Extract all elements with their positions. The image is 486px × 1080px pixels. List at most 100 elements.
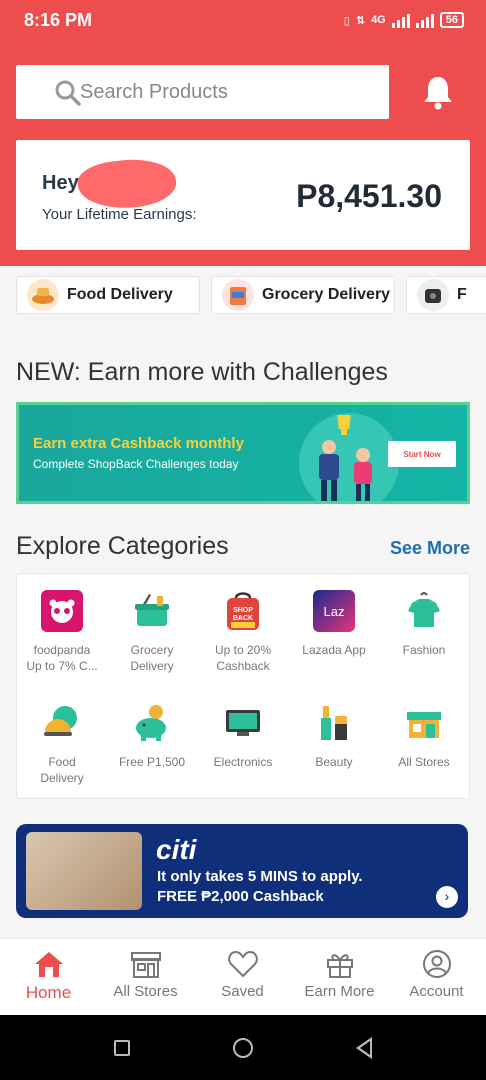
- start-now-button[interactable]: Start Now: [388, 441, 456, 467]
- greeting: Hey: [42, 172, 79, 194]
- header-area: 8:16 PM ▯ ⇅ 4G 56 Search Products Hey Yo…: [0, 0, 486, 266]
- category-label: Beauty: [315, 755, 353, 769]
- category-all-stores[interactable]: All Stores: [379, 702, 469, 770]
- foodpanda-icon: [41, 590, 83, 632]
- system-nav-bar: [0, 1015, 486, 1080]
- shirt-icon: [403, 590, 445, 632]
- tab-home[interactable]: Home: [0, 949, 97, 1003]
- chevron-right-icon[interactable]: ›: [436, 886, 458, 908]
- appliance-icon: [417, 279, 449, 311]
- quick-link-label: Grocery Delivery: [262, 286, 391, 303]
- back-button[interactable]: [356, 1037, 372, 1059]
- earnings-amount: P8,451.30: [296, 178, 442, 214]
- tab-label: All Stores: [113, 983, 178, 1000]
- category-sublabel: Cashback: [216, 659, 270, 673]
- citi-logo: citi: [156, 834, 197, 865]
- challenges-heading: NEW: Earn more with Challenges: [16, 358, 388, 386]
- category-label: Lazada App: [302, 643, 366, 657]
- svg-text:BACK: BACK: [233, 615, 253, 622]
- promo-line-2: FREE ₱2,000 Cashback: [157, 888, 324, 905]
- category-label: Fashion: [402, 643, 446, 657]
- tab-account[interactable]: Account: [388, 949, 485, 1000]
- categories-heading: Explore Categories: [16, 532, 229, 560]
- category-label: foodpanda: [33, 643, 91, 657]
- category-label: Electronics: [213, 755, 273, 769]
- quick-link-label: Food Delivery: [67, 286, 173, 303]
- shopback-mall-icon: SHOP BACK: [222, 590, 264, 632]
- gift-icon: [326, 954, 353, 978]
- heart-icon: [227, 950, 258, 978]
- celebration-illustration: [319, 415, 372, 501]
- category-sublabel: Up to 7% C...: [26, 659, 98, 673]
- store-icon: [403, 702, 445, 744]
- category-sublabel: Delivery: [40, 771, 84, 785]
- category-electronics[interactable]: Electronics: [198, 702, 288, 770]
- status-bar: 8:16 PM ▯ ⇅ 4G 56: [0, 0, 486, 44]
- bell-icon[interactable]: [418, 72, 458, 112]
- tab-label: Saved: [221, 983, 264, 1000]
- search-placeholder: Search Products: [80, 81, 228, 103]
- monitor-icon: [222, 702, 264, 744]
- category-label: Free P1,500: [118, 755, 186, 769]
- category-sublabel: Delivery: [130, 659, 174, 673]
- home-button[interactable]: [233, 1038, 253, 1058]
- redacted-name: [75, 155, 179, 213]
- signal-icon: [391, 12, 410, 28]
- grocery-icon: [222, 279, 254, 311]
- search-input[interactable]: Search Products: [16, 65, 389, 119]
- quick-link-food-delivery[interactable]: Food Delivery: [16, 276, 200, 314]
- tab-earn-more[interactable]: Earn More: [291, 949, 388, 1000]
- category-food-delivery[interactable]: Food Delivery: [17, 702, 107, 786]
- recents-button[interactable]: [114, 1040, 130, 1056]
- quick-link-label: F: [457, 286, 467, 303]
- account-icon: [422, 950, 451, 978]
- tab-all-stores[interactable]: All Stores: [97, 949, 194, 1000]
- svg-text:SHOP: SHOP: [233, 607, 253, 614]
- banner-subtitle: Complete ShopBack Challenges today: [33, 457, 239, 471]
- challenges-banner[interactable]: Earn extra Cashback monthly Complete Sho…: [16, 402, 470, 504]
- category-label: Grocery: [130, 643, 174, 657]
- see-more-link[interactable]: See More: [390, 538, 470, 559]
- earnings-label: Your Lifetime Earnings:: [42, 206, 197, 223]
- category-lazada[interactable]: Laz Lazada App: [289, 590, 379, 658]
- earnings-card[interactable]: Hey Your Lifetime Earnings: P8,451.30: [16, 140, 470, 250]
- status-icons: ▯ ⇅ 4G 56: [344, 12, 464, 28]
- citi-promo-banner[interactable]: citi It only takes 5 MINS to apply. FREE…: [16, 824, 468, 918]
- piggy-bank-icon: [131, 702, 173, 744]
- store-icon: [130, 952, 161, 978]
- promo-line-1: It only takes 5 MINS to apply.: [157, 868, 363, 885]
- bottom-tab-bar: Home All Stores Saved Earn More Account: [0, 938, 486, 1015]
- vibrate-icon: ▯: [343, 14, 350, 27]
- category-shopback-mall[interactable]: SHOP BACK Up to 20% Cashback: [198, 590, 288, 674]
- categories-grid: foodpanda Up to 7% C... Grocery Delivery…: [16, 573, 470, 799]
- quick-link-grocery-delivery[interactable]: Grocery Delivery: [211, 276, 395, 314]
- category-label: Food: [48, 755, 76, 769]
- category-fashion[interactable]: Fashion: [379, 590, 469, 658]
- food-delivery-icon: [27, 279, 59, 311]
- svg-text:Laz: Laz: [324, 604, 345, 619]
- category-grocery[interactable]: Grocery Delivery: [107, 590, 197, 674]
- basket-icon: [131, 590, 173, 632]
- status-time: 8:16 PM: [24, 10, 93, 30]
- data-icon: ⇅: [355, 14, 366, 27]
- promo-photo: [26, 832, 142, 910]
- quick-link-appliance[interactable]: F: [406, 276, 486, 314]
- signal-icon-2: [415, 12, 434, 28]
- battery-icon: 56: [439, 12, 464, 28]
- category-free-p1500[interactable]: Free P1,500: [107, 702, 197, 770]
- banner-title: Earn extra Cashback monthly: [33, 435, 244, 452]
- cosmetics-icon: [313, 702, 355, 744]
- network-label: 4G: [371, 14, 386, 26]
- search-icon: [55, 80, 81, 106]
- home-icon: [34, 952, 63, 977]
- category-beauty[interactable]: Beauty: [289, 702, 379, 770]
- category-label: Up to 20%: [214, 643, 272, 657]
- food-icon: [41, 702, 83, 744]
- quick-links: Food Delivery Grocery Delivery F: [0, 276, 486, 316]
- tab-label: Account: [409, 983, 464, 1000]
- tab-label: Home: [25, 983, 72, 1002]
- lazada-icon: Laz: [313, 590, 355, 632]
- tab-saved[interactable]: Saved: [194, 949, 291, 1000]
- tab-label: Earn More: [304, 983, 375, 1000]
- category-foodpanda[interactable]: foodpanda Up to 7% C...: [17, 590, 107, 674]
